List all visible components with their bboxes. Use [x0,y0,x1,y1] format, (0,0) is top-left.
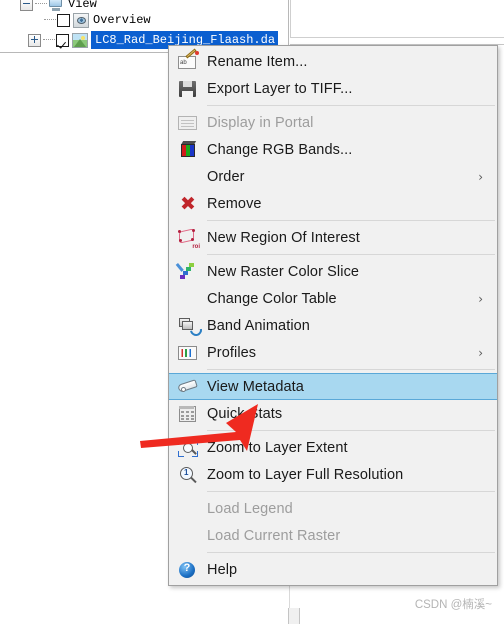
menu-item-remove[interactable]: ✖ Remove [169,190,497,217]
menu-separator [207,552,495,553]
x-icon: ✖ [180,192,196,215]
menu-item-label: Rename Item... [207,53,308,70]
overview-checkbox[interactable] [57,13,70,27]
raster-icon [72,32,88,48]
menu-item-label: Change RGB Bands... [207,141,353,158]
menu-item-help[interactable]: ? Help [169,556,497,583]
menu-item-label: Display in Portal [207,114,314,131]
menu-item-label: Help [207,561,238,578]
menu-separator [207,220,495,221]
right-blank-field [290,0,504,45]
menu-item-change-color-table[interactable]: Change Color Table › [169,285,497,312]
help-icon: ? [169,556,207,583]
menu-item-label: New Raster Color Slice [207,263,360,280]
menu-item-label: Change Color Table [207,290,337,307]
rgb-cube-icon [169,136,207,163]
tree-connector [43,39,55,41]
menu-separator [207,369,495,370]
zoom-extent-icon [169,434,207,461]
layer-context-menu[interactable]: ab Rename Item... Export Layer to TIFF..… [168,45,498,586]
expander-minus-icon[interactable] [20,0,33,11]
raster-layer-checkbox[interactable] [56,33,69,47]
no-icon [169,285,207,312]
menu-item-profiles[interactable]: Profiles › [169,339,497,366]
menu-item-label: Band Animation [207,317,310,334]
eye-icon [73,12,89,28]
menu-item-change-rgb-bands[interactable]: Change RGB Bands... [169,136,497,163]
menu-item-load-current-raster: Load Current Raster [169,522,497,549]
menu-item-label: Zoom to Layer Full Resolution [207,466,404,483]
expander-plus-icon[interactable] [28,33,41,47]
menu-separator [207,491,495,492]
menu-item-label: Export Layer to TIFF... [207,80,353,97]
menu-item-label: Zoom to Layer Extent [207,439,348,456]
menu-separator [207,430,495,431]
tree-item-overview-label: Overview [93,13,151,27]
roi-icon: roi [169,224,207,251]
menu-item-display-in-portal: Display in Portal [169,109,497,136]
rename-icon: ab [169,47,207,75]
color-slice-icon [169,258,207,285]
menu-item-quick-stats[interactable]: Quick Stats [169,400,497,427]
profiles-icon [169,339,207,366]
quick-stats-icon [169,400,207,427]
menu-item-label: Quick Stats [207,405,283,422]
menu-item-band-animation[interactable]: Band Animation [169,312,497,339]
save-icon [169,75,207,102]
menu-item-order[interactable]: Order › [169,163,497,190]
monitor-icon [48,0,64,12]
chevron-right-icon: › [478,345,483,360]
menu-item-label: Load Legend [207,500,293,517]
tree-connector [35,3,47,5]
menu-item-zoom-to-layer-full-resolution[interactable]: 1 Zoom to Layer Full Resolution [169,461,497,488]
menu-item-view-metadata[interactable]: View Metadata [169,373,497,400]
tree-connector [44,19,56,21]
chevron-right-icon: › [478,169,483,184]
menu-item-export-layer-to-tiff[interactable]: Export Layer to TIFF... [169,75,497,102]
menu-item-rename-item[interactable]: ab Rename Item... [169,47,497,75]
no-icon [169,163,207,190]
no-icon [169,522,207,549]
menu-item-label: Remove [207,195,262,212]
band-animation-icon [169,312,207,339]
tree-item-view-label: View [68,0,97,11]
chevron-right-icon: › [478,291,483,306]
portal-icon [169,109,207,136]
watermark-text: CSDN @楠溪~ [414,599,492,611]
screenshot-root: View Overview LC8_Rad_Beijing_Flaash.da … [0,0,504,624]
zoom-full-resolution-icon: 1 [169,461,207,488]
right-blank-field-inner [290,0,504,38]
tree-item-overview[interactable]: Overview [44,11,151,29]
menu-item-new-raster-color-slice[interactable]: New Raster Color Slice [169,258,497,285]
menu-item-zoom-to-layer-extent[interactable]: Zoom to Layer Extent [169,434,497,461]
menu-item-new-region-of-interest[interactable]: roi New Region Of Interest [169,224,497,251]
menu-item-label: View Metadata [207,378,304,395]
scrollbar-sliver[interactable] [288,608,300,624]
menu-item-label: New Region Of Interest [207,229,360,246]
menu-item-label: Profiles [207,344,257,361]
menu-separator [207,254,495,255]
menu-separator [207,105,495,106]
menu-item-label: Load Current Raster [207,527,341,544]
menu-item-load-legend: Load Legend [169,495,497,522]
menu-item-label: Order [207,168,245,185]
no-icon [169,495,207,522]
metadata-tag-icon [169,373,207,400]
